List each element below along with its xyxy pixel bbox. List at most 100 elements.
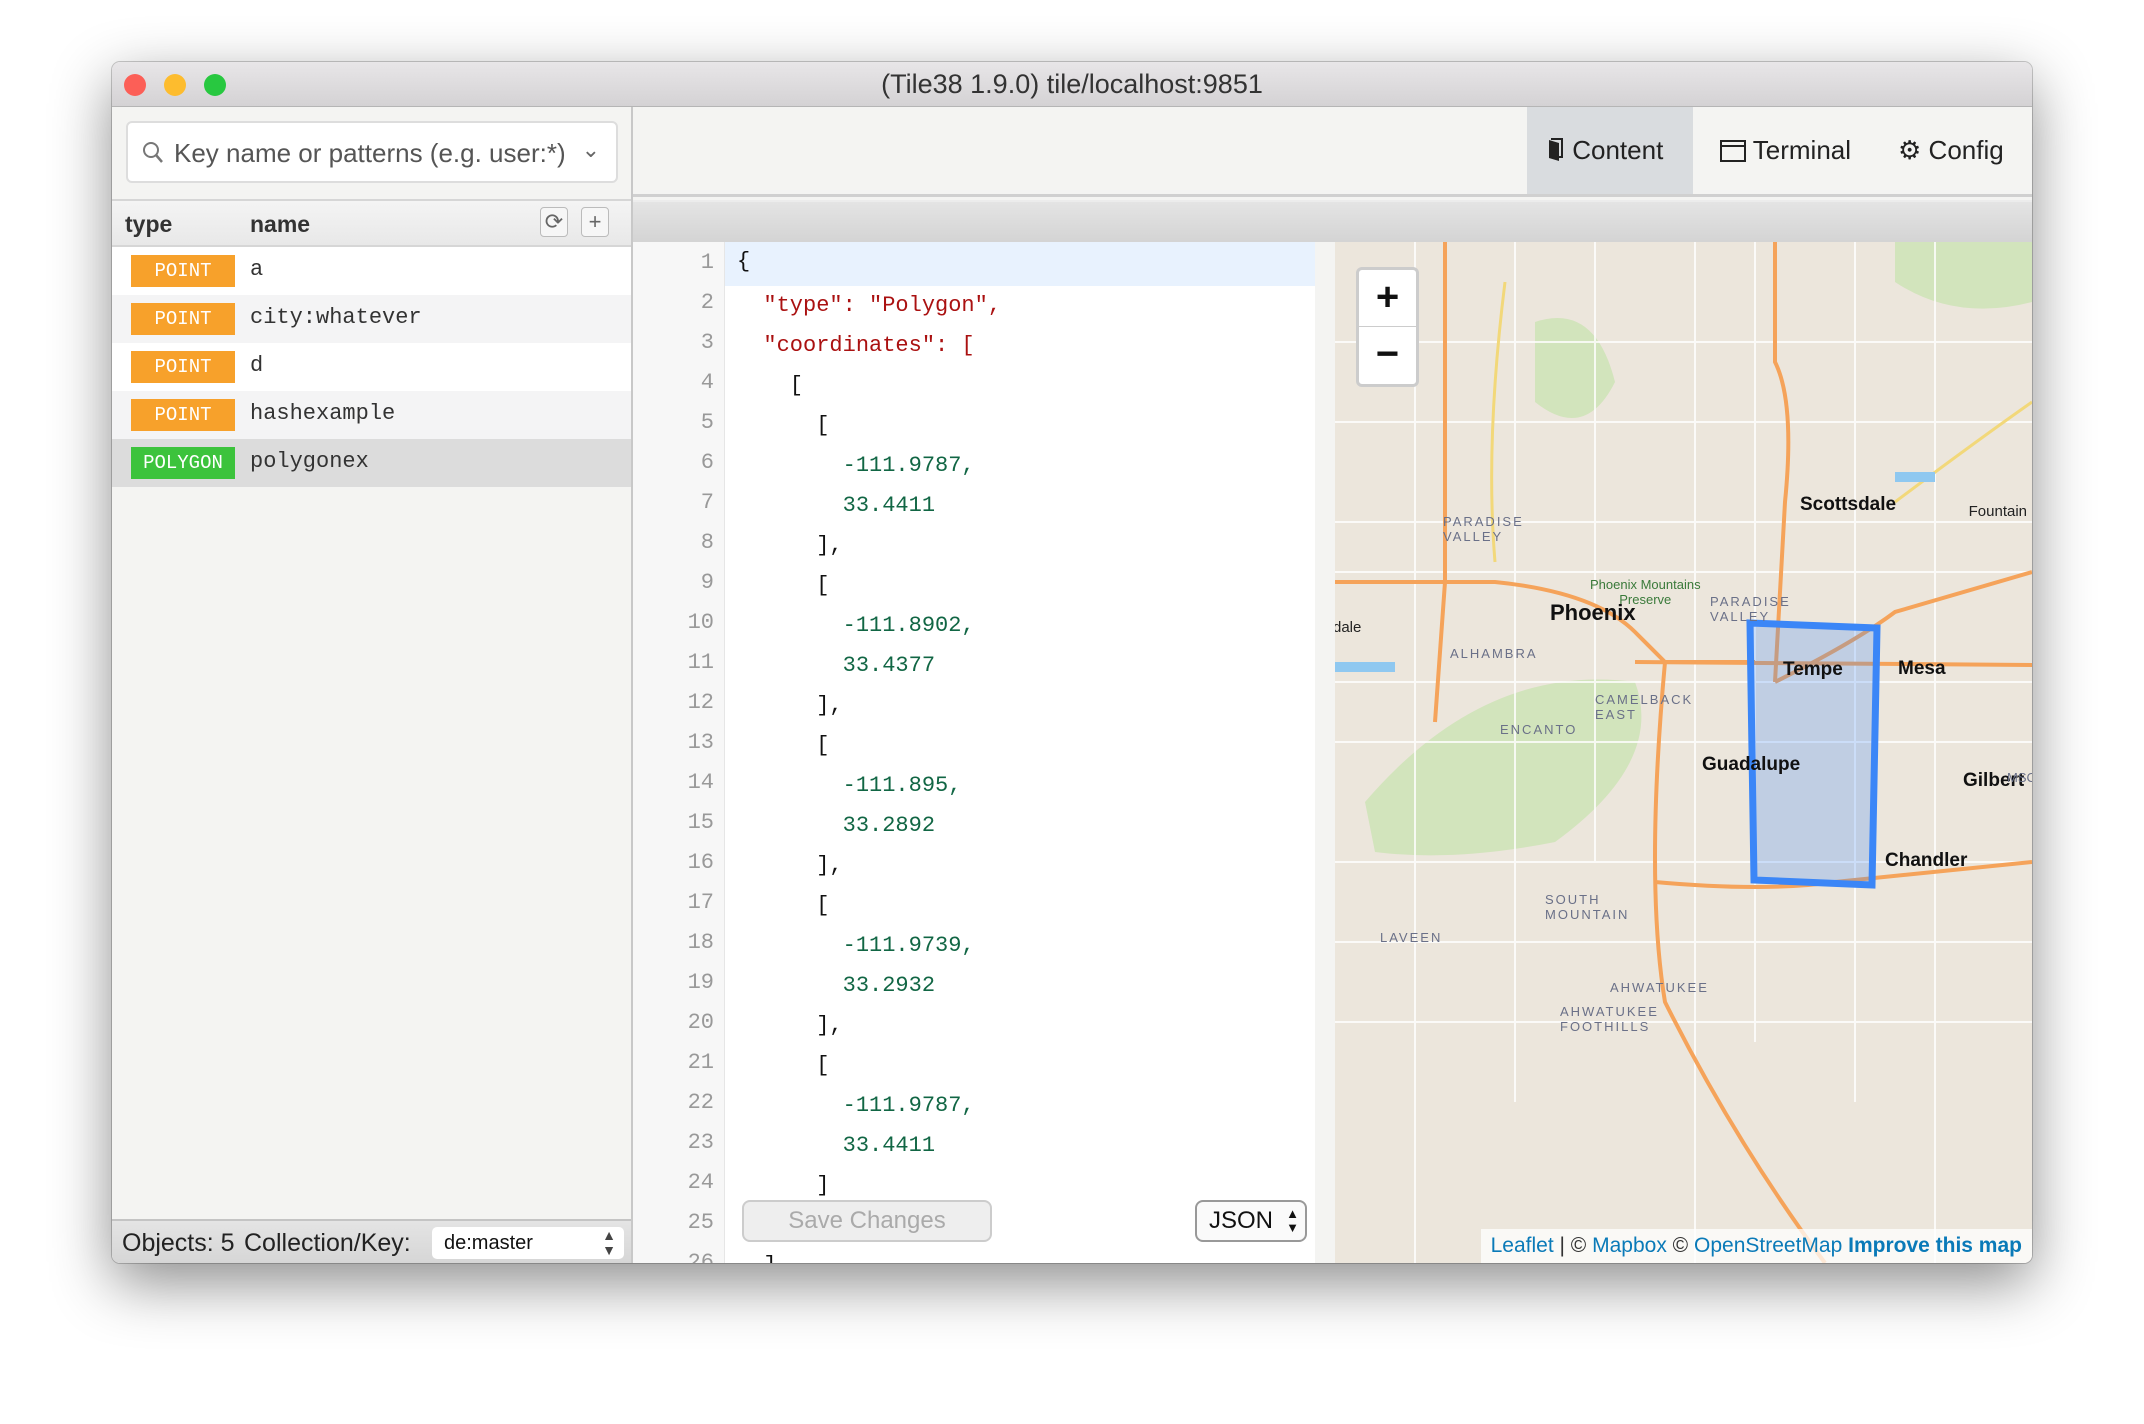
line-number: 17 [687,890,714,915]
type-badge: POINT [131,303,235,335]
add-icon[interactable]: + [581,207,609,237]
tab-label: Content [1572,135,1664,165]
code-line: 33.4411 [737,493,936,518]
line-number: 1 [700,250,714,275]
code-line: 33.4377 [737,653,936,678]
list-header: type name ⟳ + [112,199,631,247]
code-line: -111.9739, [737,933,975,958]
code-line: 33.4411 [737,1133,936,1158]
improve-map-link[interactable]: Improve this map [1848,1234,2022,1257]
leaflet-link[interactable]: Leaflet [1491,1234,1554,1257]
code-line: "coordinates": [ [737,333,975,358]
place-label: PARADISE VALLEY [1443,514,1524,544]
place-label: AHWATUKEE FOOTHILLS [1560,1004,1659,1034]
close-button[interactable] [124,74,146,96]
code-line: [ [737,573,830,598]
place-label: Fountain [1968,503,2027,520]
tab-terminal[interactable]: Terminal [1700,107,1851,194]
code-line: { [725,242,1315,286]
type-badge: POINT [131,399,235,431]
line-number: 13 [687,730,714,755]
line-number-gutter: 1 2 3 4 5 6 7 8 9 10 11 12 13 14 15 16 17 18 19 20 21 22 23 24 2… [633,242,725,1263]
line-number: 22 [687,1090,714,1115]
key-name: polygonex [250,449,369,474]
place-label: PARADISE VALLEY [1710,594,1791,624]
list-item[interactable]: POLYGON polygonex [112,439,631,487]
place-label: SOUTH MOUNTAIN [1545,892,1630,922]
list-item[interactable]: POINT a [112,247,631,295]
line-number: 16 [687,850,714,875]
type-column-header: type [125,211,173,237]
osm-link[interactable]: OpenStreetMap [1694,1234,1842,1257]
place-label: ALHAMBRA [1450,646,1538,661]
code-line: -111.895, [737,773,962,798]
format-select[interactable]: JSON ▲ ▼ [1195,1200,1307,1242]
city-label: Tempe [1783,659,1843,680]
format-value: JSON [1209,1207,1274,1234]
type-badge: POLYGON [131,447,235,479]
tab-config[interactable]: ⚙ Config [1878,107,2004,194]
line-number: 25 [687,1210,714,1235]
line-number: 15 [687,810,714,835]
list-item[interactable]: POINT city:whatever [112,295,631,343]
zoom-out-button[interactable]: − [1359,327,1416,384]
tab-content[interactable]: Content [1527,107,1693,194]
key-name: d [250,353,264,378]
code-line: [ [737,373,804,398]
chevron-down-icon[interactable]: ⌄ [582,137,600,163]
window-title: (Tile38 1.9.0) tile/localhost:9851 [881,69,1263,99]
highway-i17 [1433,242,1447,723]
search-input[interactable]: Key name or patterns (e.g. user:*) ⌄ [126,121,618,183]
place-label: ENCANTO [1500,722,1578,737]
line-number: 3 [700,330,714,355]
line-number: 9 [700,570,714,595]
sidebar-footer: Objects: 5 Collection/Key: de:master ▲ ▼ [112,1219,631,1263]
code-line: 33.2892 [737,813,936,838]
list-item[interactable]: POINT hashexample [112,391,631,439]
save-changes-button[interactable]: Save Changes [742,1200,992,1242]
code-line: ], [737,1013,843,1038]
search-placeholder: Key name or patterns (e.g. user:*) [174,138,566,168]
toolbar: Content Terminal ⚙ Config [633,107,2032,197]
code-line: ] [725,1246,1315,1263]
app-window: (Tile38 1.9.0) tile/localhost:9851 Key n… [112,62,2032,1263]
code-line: -111.9787, [737,1093,975,1118]
title-bar: (Tile38 1.9.0) tile/localhost:9851 [112,62,2032,107]
select-arrows-icon: ▲ ▼ [1286,1206,1299,1235]
tab-label: Terminal [1752,135,1852,165]
minimize-button[interactable] [164,74,186,96]
sidebar: Key name or patterns (e.g. user:*) ⌄ typ… [112,107,633,1263]
water [1335,662,1395,672]
line-number: 5 [700,410,714,435]
key-name: a [250,257,264,282]
zoom-in-button[interactable]: + [1359,270,1416,327]
mapbox-link[interactable]: Mapbox [1592,1234,1667,1257]
map[interactable]: Phoenix Scottsdale Tempe Mesa Gilbert Chandle… [1335,242,2032,1263]
tab-label: Config [1928,135,2004,165]
zoom-control: + − [1356,267,1419,387]
place-label: LAVEEN [1380,930,1443,945]
json-editor[interactable]: 1 2 3 4 5 6 7 8 9 10 11 12 13 14 15 16 17 18 19 20 21 22 23 24 2… [633,242,1315,1263]
book-icon [1549,138,1563,161]
line-number: 19 [687,970,714,995]
select-arrows-icon: ▲ ▼ [602,1227,616,1258]
line-number: 24 [687,1170,714,1195]
refresh-icon[interactable]: ⟳ [540,207,568,237]
place-label: AHWATUKEE [1610,980,1709,995]
key-name: hashexample [250,401,396,426]
window-icon [1720,140,1746,162]
map-tiles [1335,242,2032,1263]
type-badge: POINT [131,351,235,383]
code-line: ], [737,533,843,558]
list-item[interactable]: POINT d [112,343,631,391]
code-line: -111.8902, [737,613,975,638]
line-number: 26 [687,1250,714,1263]
type-badge: POINT [131,255,235,287]
code-line: [ [737,893,830,918]
code-line: [ [737,1053,830,1078]
maximize-button[interactable] [204,74,226,96]
line-number: 23 [687,1130,714,1155]
attribution-separator: | © [1553,1234,1593,1257]
code-line: ], [737,693,843,718]
collection-select[interactable]: de:master ▲ ▼ [432,1227,624,1259]
